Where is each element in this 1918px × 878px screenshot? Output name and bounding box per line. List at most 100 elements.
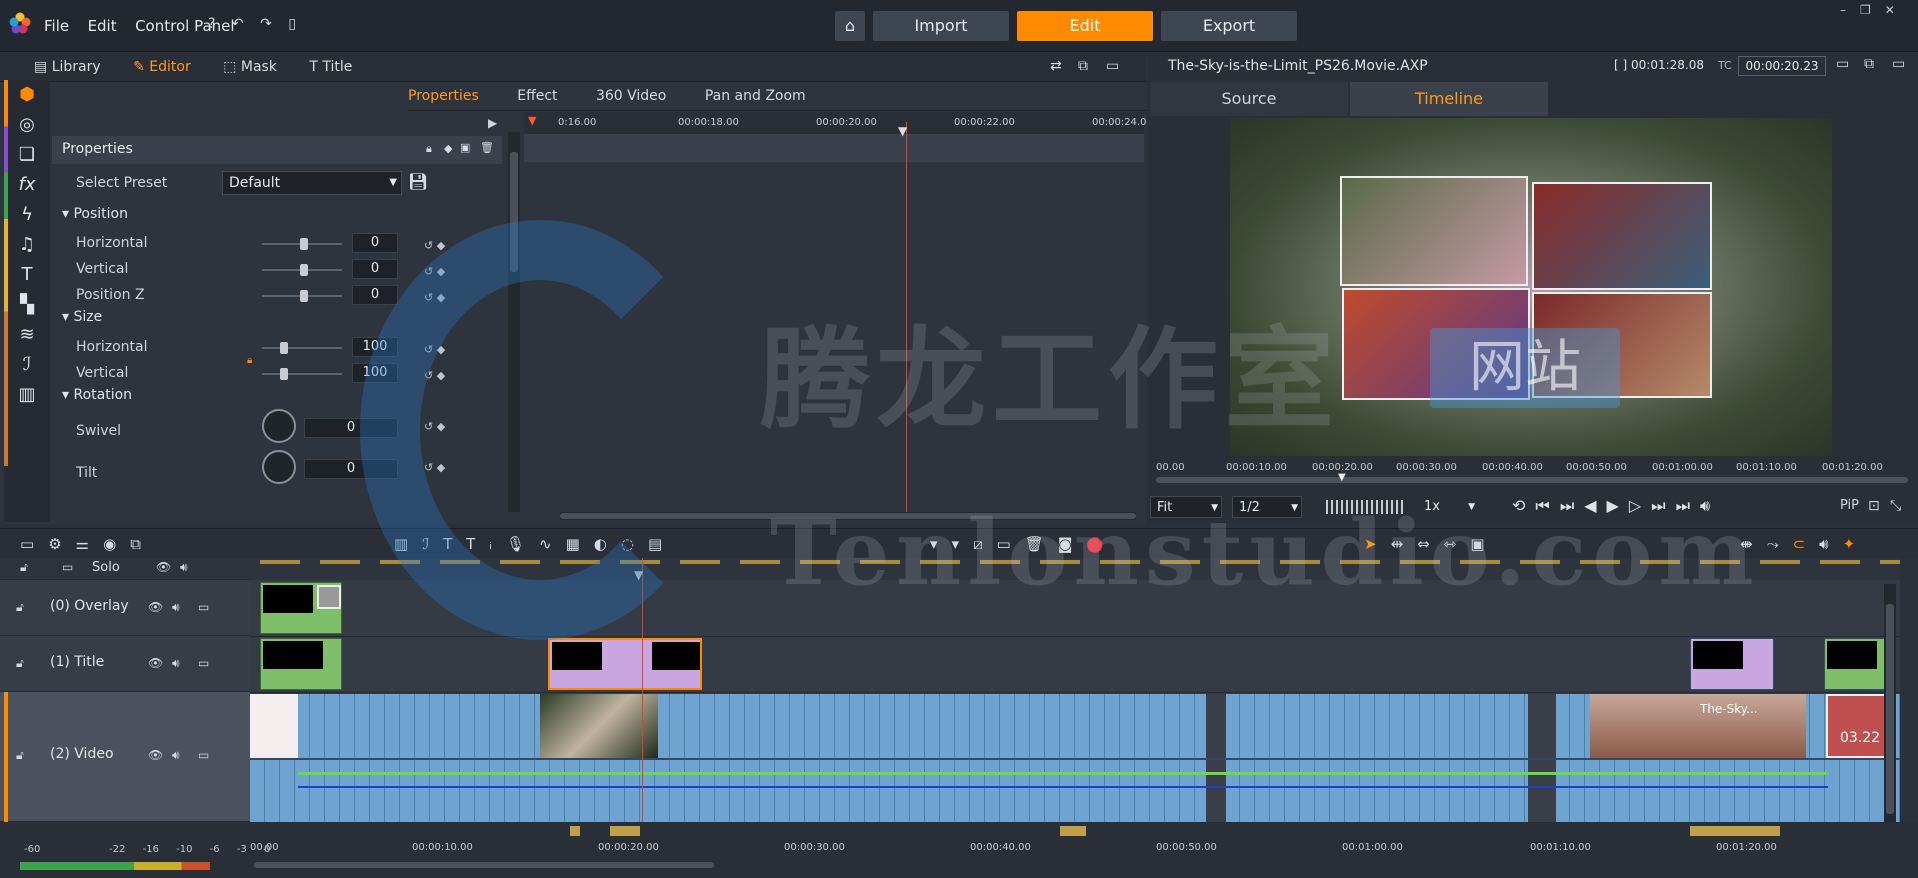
expand-arrow-icon[interactable]: ▶	[488, 116, 497, 130]
keyframe-ruler[interactable]: 0:16.00 00:00:18.00 00:00:20.00 00:00:22…	[524, 112, 1146, 134]
tab-mask[interactable]: ⬚ Mask	[209, 52, 291, 82]
settings-icon[interactable]: ⚙	[48, 535, 75, 553]
sticker-icon[interactable]: ▚	[4, 290, 50, 320]
speaker-icon[interactable]: 🔊︎	[180, 560, 188, 575]
import-button[interactable]: Import	[873, 11, 1009, 41]
film-reel-icon[interactable]: ◎	[4, 110, 50, 140]
pip-button[interactable]: PiP	[1840, 498, 1859, 513]
montage-icon[interactable]: ▥	[4, 380, 50, 410]
lock-icon[interactable]: 🔓︎	[16, 656, 24, 671]
size-vertical-slider[interactable]	[262, 368, 342, 380]
resize-icon[interactable]: ⤡	[1890, 498, 1901, 514]
keyframe-icon[interactable]: ◆	[437, 239, 445, 252]
size-horizontal-slider[interactable]	[262, 342, 342, 354]
eye-icon[interactable]: 👁︎	[148, 600, 163, 614]
pos-horizontal-slider[interactable]	[262, 238, 342, 250]
pos-z-slider[interactable]	[262, 290, 342, 302]
layout-icon[interactable]: ▭	[1892, 56, 1905, 72]
speaker-icon[interactable]: 🔊︎	[1819, 535, 1842, 553]
subtab-360-video[interactable]: 360 Video	[596, 88, 666, 104]
menu-edit[interactable]: Edit	[88, 17, 117, 35]
video-clip-thumb[interactable]: The-Sky...	[1590, 694, 1806, 758]
section-position[interactable]: ▾ Position	[62, 206, 128, 222]
monitor-icon[interactable]: ▭	[198, 600, 209, 614]
storyboard-icon[interactable]: ▭	[20, 535, 48, 553]
disc-icon[interactable]: ◉	[103, 535, 130, 553]
eye-icon[interactable]: 👁︎	[156, 560, 171, 574]
keyframe-icon[interactable]: ◆	[444, 142, 452, 155]
layers-icon[interactable]: ❏	[4, 140, 50, 170]
edit-button[interactable]: Edit	[1017, 11, 1153, 41]
timeline-scrollbar[interactable]	[1884, 584, 1896, 822]
speaker-icon[interactable]: 🔊︎	[172, 600, 180, 615]
menu-file[interactable]: File	[44, 17, 69, 35]
speaker-icon[interactable]: 🔊︎	[172, 656, 180, 671]
preset-select[interactable]: Default ▼	[222, 171, 402, 195]
monitor-icon[interactable]: ▭	[198, 748, 209, 762]
volume-line[interactable]	[298, 772, 1828, 775]
tilt-dial[interactable]	[262, 450, 296, 484]
lock-icon[interactable]: 🔓︎	[16, 600, 24, 615]
music-icon[interactable]: ♫	[4, 230, 50, 260]
solo-label[interactable]: Solo	[92, 560, 120, 575]
swap-icon[interactable]: ⇄	[1050, 58, 1062, 74]
reset-icon[interactable]: ↺	[424, 239, 433, 252]
layout-icon[interactable]: ▭	[1106, 58, 1119, 74]
link-icon[interactable]: ⤳	[1767, 535, 1793, 553]
overlay-icon[interactable]: ⧉	[130, 535, 155, 553]
video-clip-thumb[interactable]	[250, 694, 298, 758]
monitor-icon[interactable]: ▭	[62, 560, 73, 574]
pos-horizontal-input[interactable]: 0	[352, 233, 398, 253]
video-clip-thumb[interactable]	[540, 694, 658, 758]
pop-out-icon[interactable]: ⧉	[1864, 56, 1874, 72]
export-button[interactable]: Export	[1161, 11, 1297, 41]
aspect-lock-icon[interactable]: 🔒︎	[247, 355, 252, 366]
pos-vertical-input[interactable]: 0	[352, 259, 398, 279]
subtab-pan-and-zoom[interactable]: Pan and Zoom	[705, 88, 806, 104]
tab-title[interactable]: T Title	[295, 52, 366, 82]
image-icon[interactable]: ▣	[460, 141, 470, 154]
section-size[interactable]: ▾ Size	[62, 309, 102, 325]
pos-z-input[interactable]: 0	[352, 285, 398, 305]
timecode-input[interactable]: 00:00:20.23	[1738, 56, 1826, 76]
title-clip-selected[interactable]	[548, 638, 702, 690]
magic-icon[interactable]: ✦	[1843, 535, 1870, 553]
timeline-ruler[interactable]: 00.00 00:00:10.00 00:00:20.00 00:00:30.0…	[250, 840, 1900, 858]
monitor-icon[interactable]: ▭	[198, 656, 209, 670]
lock-icon[interactable]: 🔓︎	[20, 560, 28, 575]
preview-ruler[interactable]: 00.00 00:00:10.00 00:00:20.00 00:00:30.0…	[1156, 460, 1908, 483]
help-icon[interactable]: ?	[208, 16, 215, 32]
document-icon[interactable]: ▯	[288, 16, 296, 32]
minimize-icon[interactable]: –	[1840, 3, 1860, 17]
subtab-effect[interactable]: Effect	[517, 88, 557, 104]
track-title[interactable]: 🔓︎ (1) Title 👁︎ 🔊︎ ▭	[0, 636, 250, 692]
tab-editor[interactable]: ✎ Editor	[119, 52, 205, 82]
text-icon[interactable]: T	[4, 260, 50, 290]
save-icon[interactable]: 💾︎	[408, 172, 428, 191]
track-options-icon[interactable]: ⚌	[76, 535, 103, 553]
tab-library[interactable]: ▤ Library	[20, 52, 115, 82]
crop-icon[interactable]: ⊡	[1868, 498, 1880, 514]
magnet-icon[interactable]: ⊂	[1793, 535, 1820, 553]
redo-icon[interactable]: ↷	[260, 16, 272, 32]
lock-icon[interactable]: 🔓︎	[16, 748, 24, 763]
eye-icon[interactable]: 👁︎	[148, 656, 163, 670]
keyframe-track[interactable]	[524, 134, 1144, 162]
tab-source[interactable]: Source	[1150, 82, 1348, 116]
pop-out-icon[interactable]: ⧉	[1078, 58, 1088, 74]
pos-vertical-slider[interactable]	[262, 264, 342, 276]
pan-line[interactable]	[298, 786, 1828, 788]
title-clip[interactable]	[1690, 638, 1774, 690]
eye-icon[interactable]: 👁︎	[148, 748, 163, 762]
trash-icon[interactable]: 🗑︎	[480, 141, 494, 154]
section-rotation[interactable]: ▾ Rotation	[62, 387, 132, 403]
speaker-icon[interactable]: 🔊︎	[172, 748, 180, 763]
screen-icon[interactable]: ▭	[1836, 56, 1849, 72]
lightning-icon[interactable]: ϟ	[4, 200, 50, 230]
timeline-hscrollbar[interactable]	[254, 862, 714, 868]
effects-box-icon[interactable]: ⬢	[4, 80, 50, 110]
swivel-dial[interactable]	[262, 409, 296, 443]
subtab-properties[interactable]: Properties	[408, 88, 479, 104]
stack-icon[interactable]: ≋	[4, 320, 50, 350]
audio-icon[interactable]: ℐ	[4, 350, 50, 380]
